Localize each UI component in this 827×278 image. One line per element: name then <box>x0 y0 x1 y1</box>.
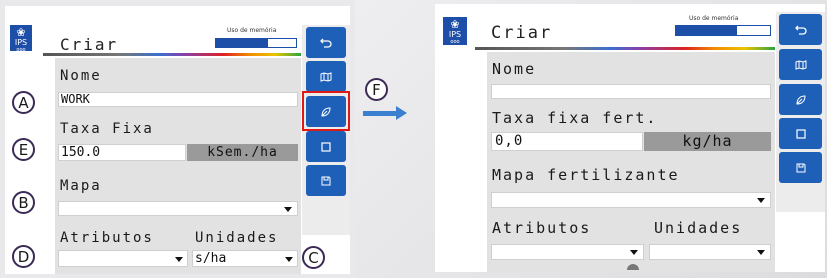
taxa-fixa-field[interactable]: 150.0 <box>58 144 186 161</box>
square-icon <box>795 128 806 139</box>
nome-label: Nome <box>60 68 102 84</box>
map-icon <box>795 59 806 70</box>
leaf-icon <box>795 94 806 105</box>
callout-f: F <box>365 78 388 101</box>
chevron-down-icon <box>285 257 293 262</box>
unidades-dropdown[interactable] <box>649 244 771 260</box>
taxa-fixa-label: Taxa fixa fert. <box>492 109 658 127</box>
chevron-down-icon <box>757 198 765 203</box>
chevron-down-icon <box>630 250 638 255</box>
callout-c: C <box>302 246 325 269</box>
memory-usage-fill <box>216 39 268 47</box>
save-icon <box>796 163 805 172</box>
memory-usage-bar <box>675 25 771 36</box>
nome-label: Nome <box>492 60 537 78</box>
mapa-dropdown[interactable] <box>58 201 298 216</box>
unidades-label: Unidades <box>654 219 743 237</box>
leaf-icon: ❀ <box>450 18 460 31</box>
save-button[interactable] <box>779 152 822 183</box>
map-icon <box>320 71 332 82</box>
header-divider <box>43 53 301 56</box>
chevron-down-icon <box>175 257 183 262</box>
back-icon <box>320 38 332 48</box>
atributos-label: Atributos <box>60 230 154 246</box>
scroll-indicator <box>627 264 639 270</box>
arrow-right-icon <box>396 106 407 120</box>
atributos-dropdown[interactable] <box>58 250 188 267</box>
nome-field[interactable]: WORK <box>58 92 298 107</box>
taxa-fixa-unit: kg/ha <box>644 132 771 151</box>
highlight-box <box>302 91 350 131</box>
leaf-icon: ❀ <box>16 26 26 39</box>
taxa-fixa-label: Taxa Fixa <box>60 121 154 137</box>
leaf-button[interactable] <box>779 84 822 115</box>
atributos-dropdown[interactable] <box>491 244 644 260</box>
mapa-label: Mapa <box>60 178 102 194</box>
atributos-label: Atributos <box>492 219 592 237</box>
header-divider <box>475 47 775 50</box>
callout-d: D <box>12 245 35 268</box>
taxa-fixa-unit: kSem./ha <box>187 144 298 161</box>
memory-usage-fill <box>676 26 738 35</box>
memory-usage-bar <box>215 38 297 48</box>
memory-usage-label: Uso de memória <box>227 27 277 34</box>
mapa-label: Mapa fertilizante <box>492 166 680 184</box>
ips-logo: ❀ IPS ooo <box>10 25 32 53</box>
memory-usage-label: Uso de memória <box>689 15 739 22</box>
mapa-dropdown[interactable] <box>491 192 771 208</box>
callout-b: B <box>12 191 35 214</box>
ips-logo: ❀ IPS ooo <box>443 17 467 45</box>
map-button[interactable] <box>306 61 346 92</box>
back-button[interactable] <box>779 14 822 45</box>
chevron-down-icon <box>284 207 292 212</box>
nome-field[interactable] <box>491 84 771 99</box>
map-button[interactable] <box>779 49 822 80</box>
chevron-down-icon <box>757 250 765 255</box>
callout-a: A <box>12 91 35 114</box>
square-icon <box>321 141 331 152</box>
unidades-dropdown[interactable]: s/ha <box>192 250 298 267</box>
save-button[interactable] <box>306 165 346 196</box>
square-button[interactable] <box>779 118 822 149</box>
unidades-label: Unidades <box>195 230 279 246</box>
square-button[interactable] <box>306 131 346 162</box>
save-icon <box>321 176 331 185</box>
callout-e: E <box>12 138 35 161</box>
page-title: Criar <box>491 23 553 43</box>
back-button[interactable] <box>306 27 346 58</box>
arrow-shaft <box>363 111 397 116</box>
left-screen: ❀ IPS ooo Criar Uso de memória Nome WORK… <box>5 6 350 274</box>
page-title: Criar <box>60 35 119 54</box>
right-screen: ❀ IPS ooo Criar Uso de memória Nome Taxa… <box>435 4 825 272</box>
back-icon <box>794 25 807 35</box>
taxa-fixa-field[interactable]: 0,0 <box>491 132 643 151</box>
